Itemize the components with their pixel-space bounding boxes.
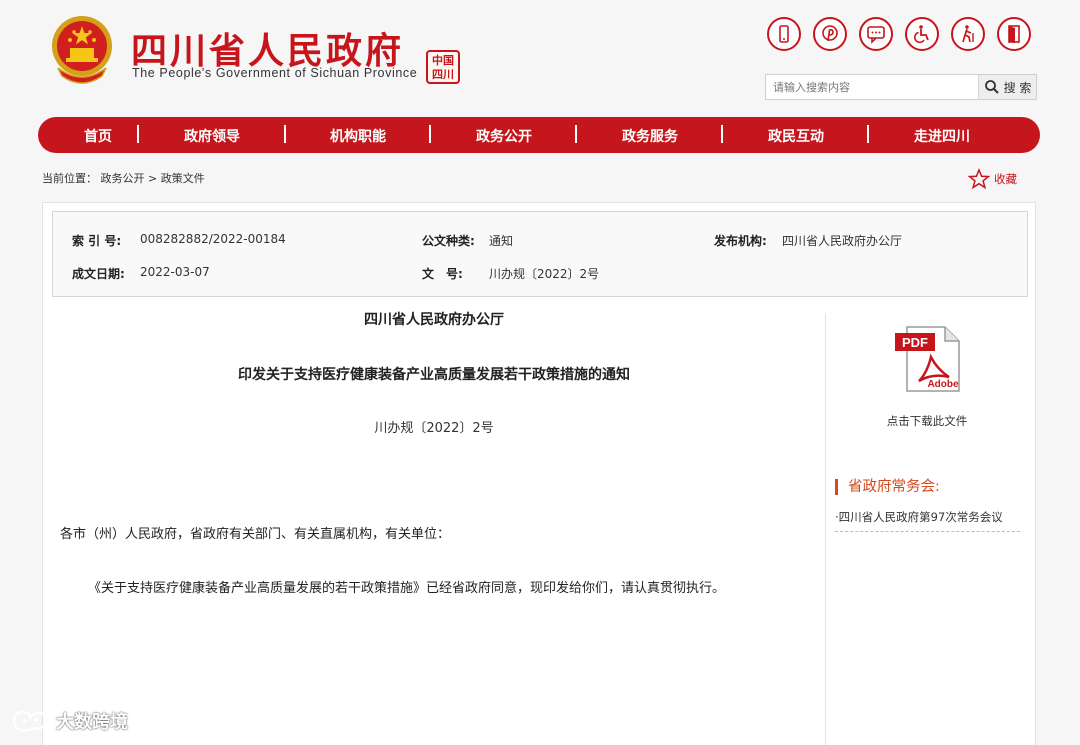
elderly-icon[interactable] [951,17,985,51]
doc-number-label: 文 号: [422,267,463,281]
nav-separator [867,125,869,143]
main-nav: 首页 政府领导 机构职能 政务公开 政务服务 政民互动 走进四川 [38,117,1040,153]
issuer-label: 发布机构: [714,234,767,248]
sidebar-section-title: 省政府常务会: [835,479,940,495]
watermark-text: 大数跨境 [56,712,128,733]
article-salutation: 各市（州）人民政府，省政府有关部门、有关直属机构，有关单位： [60,527,451,542]
nav-item-home[interactable]: 首页 [84,126,112,146]
exit-icon[interactable] [997,17,1031,51]
watermark-logo-icon [12,710,48,732]
doc-type-value: 通知 [489,234,514,248]
document-card: 索 引 号: 008282882/2022-00184 公文种类: 通知 发布机… [42,202,1036,745]
chat-icon[interactable] [859,17,893,51]
pdf-brand: Adobe [927,379,959,390]
accessibility-icon[interactable] [905,17,939,51]
article-paragraph: 《关于支持医疗健康装备产业高质量发展的若干政策措施》已经省政府同意，现印发给你们… [88,581,726,596]
nav-item-leaders[interactable]: 政府领导 [184,126,240,146]
watermark: 大数跨境 [10,708,128,734]
nav-separator [721,125,723,143]
download-link[interactable]: 点击下载此文件 [826,413,1028,429]
date-label: 成文日期: [72,267,125,281]
date-value: 2022-03-07 [140,265,210,279]
breadcrumb: 当前位置： 政务公开 > 政策文件 [42,170,205,186]
bookmark-button[interactable]: 收藏 [968,168,1017,190]
index-value: 008282882/2022-00184 [140,232,286,246]
article-org: 四川省人民政府办公厅 [364,312,504,328]
nav-separator [284,125,286,143]
mobile-icon[interactable] [767,17,801,51]
document-metadata: 索 引 号: 008282882/2022-00184 公文种类: 通知 发布机… [52,211,1028,297]
nav-item-interaction[interactable]: 政民互动 [768,126,824,146]
nav-item-services[interactable]: 政务服务 [622,126,678,146]
sidebar: PDF Adobe 点击下载此文件 省政府常务会: ·四川省人民政府第97次常务… [826,313,1036,745]
search-icon [984,80,999,94]
search-box: 搜 索 [765,74,1037,100]
national-emblem-icon[interactable] [48,14,116,86]
issuer-value: 四川省人民政府办公厅 [782,234,903,248]
breadcrumb-item-policy-docs[interactable]: 政策文件 [161,172,205,185]
pdf-download-icon[interactable]: PDF Adobe [893,323,965,395]
weibo-icon[interactable] [813,17,847,51]
index-label: 索 引 号: [72,234,122,248]
breadcrumb-separator: > [148,172,158,185]
site-header: 四川省人民政府 The People's Government of Sichu… [0,0,1080,110]
search-input[interactable] [766,75,978,99]
meeting-link[interactable]: ·四川省人民政府第97次常务会议 [835,509,1020,532]
article-doc-number: 川办规〔2022〕2号 [374,421,494,436]
breadcrumb-item-open-affairs[interactable]: 政务公开 [101,172,145,185]
breadcrumb-prefix: 当前位置： [42,172,97,185]
doc-number-value: 川办规〔2022〕2号 [489,267,600,281]
bookmark-label: 收藏 [994,172,1017,186]
star-icon [968,168,990,190]
pdf-label: PDF [902,335,928,350]
site-name-english: The People's Government of Sichuan Provi… [132,66,418,80]
nav-separator [429,125,431,143]
doc-type-label: 公文种类: [422,234,475,248]
search-button[interactable]: 搜 索 [978,75,1036,99]
nav-separator [137,125,139,143]
nav-item-open-affairs[interactable]: 政务公开 [476,126,532,146]
article-title: 印发关于支持医疗健康装备产业高质量发展若干政策措施的通知 [238,367,630,383]
sichuan-seal-logo: 中国 四川 [426,50,460,84]
tool-icon-bar [767,17,1031,51]
nav-separator [575,125,577,143]
search-button-label: 搜 索 [1003,80,1032,95]
nav-item-about-sichuan[interactable]: 走进四川 [914,126,970,146]
nav-item-functions[interactable]: 机构职能 [330,126,386,146]
